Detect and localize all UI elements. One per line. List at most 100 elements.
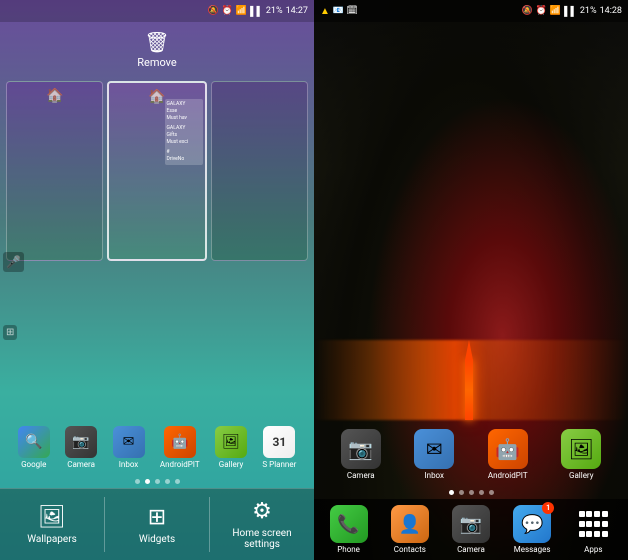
gallery-label: Gallery <box>219 460 244 469</box>
widgets-label: Widgets <box>139 534 175 545</box>
left-status-bar: 🔕 ⏰ 📶 ▌▌ 21% 14:27 <box>0 0 314 22</box>
thumb-home-icon-1: 🏠 <box>46 88 63 104</box>
status-left: ▲ 📧 🗓 <box>320 6 358 17</box>
right-mute-icon: 🔕 <box>521 6 532 16</box>
alert-icon: ▲ <box>320 6 330 17</box>
right-alarm-icon: ⏰ <box>536 6 547 16</box>
google-label: Google <box>21 460 46 469</box>
right-dot-5[interactable] <box>489 490 494 495</box>
right-dot-1[interactable] <box>449 490 454 495</box>
right-camera-icon: 📷 <box>341 429 381 469</box>
dot-4[interactable] <box>165 479 170 484</box>
messages-badge: 1 <box>542 502 554 514</box>
right-time: 14:28 <box>600 6 622 16</box>
left-side-grid-icon: ⊞ <box>3 325 17 340</box>
mute-icon: 🔕 <box>207 6 218 16</box>
right-app-androidpit[interactable]: 🤖 AndroidPIT <box>488 429 528 480</box>
right-inbox-label: Inbox <box>424 471 444 480</box>
dot-3[interactable] <box>155 479 160 484</box>
left-app-androidpit[interactable]: 🤖 AndroidPIT <box>160 426 200 469</box>
left-app-icons: 🔍 Google 📷 Camera ✉ Inbox 🤖 AndroidPIT 🖼… <box>0 420 314 475</box>
contacts-label: Contacts <box>394 545 426 554</box>
home-screen-settings-label: Home screen settings <box>214 528 310 550</box>
phone-icon: 📞 <box>330 505 368 543</box>
right-wifi-icon: 📶 <box>550 6 561 16</box>
right-camera-label: Camera <box>347 471 375 480</box>
left-app-gallery[interactable]: 🖼 Gallery <box>215 426 247 469</box>
remove-label: Remove <box>137 56 177 69</box>
settings-icon: ⚙ <box>252 499 272 524</box>
remove-bar: 🗑 Remove <box>0 22 314 77</box>
home-screen-thumb-1[interactable]: 🏠 <box>6 81 103 261</box>
battery-text: 21% <box>266 6 283 16</box>
apps-label: Apps <box>584 545 602 554</box>
splanner-label: S Planner <box>262 460 296 469</box>
right-dot-2[interactable] <box>459 490 464 495</box>
left-app-inbox[interactable]: ✉ Inbox <box>113 426 145 469</box>
widgets-icon: ⊞ <box>148 505 166 530</box>
camera-icon: 📷 <box>65 426 97 458</box>
left-side-mic-icon: 🎤 <box>3 252 24 272</box>
widgets-button[interactable]: ⊞ Widgets <box>105 489 209 560</box>
right-panel: ▲ 📧 🗓 🔕 ⏰ 📶 ▌▌ 21% 14:28 📷 Camera ✉ Inbo… <box>314 0 628 560</box>
thumb-widget-text-2: GALAXYGiftsMust exci <box>167 125 201 146</box>
androidpit-label: AndroidPIT <box>160 460 200 469</box>
status-right: 🔕 ⏰ 📶 ▌▌ 21% 14:28 <box>521 6 622 17</box>
left-panel: 🔕 ⏰ 📶 ▌▌ 21% 14:27 🗑 Remove 🏠 🏠 GALAXYEs… <box>0 0 314 560</box>
apps-icon <box>574 505 612 543</box>
home-screens-container: 🏠 🏠 GALAXYEsseMust hav GALAXYGiftsMust e… <box>0 77 314 420</box>
left-app-camera[interactable]: 📷 Camera <box>65 426 97 469</box>
right-gallery-label: Gallery <box>569 471 594 480</box>
splanner-icon: 31 <box>263 426 295 458</box>
left-app-google[interactable]: 🔍 Google <box>18 426 50 469</box>
phone-label: Phone <box>337 545 360 554</box>
wallpapers-button[interactable]: 🖼 Wallpapers <box>0 489 104 560</box>
thumb-widget-text-1: GALAXYEsseMust hav <box>167 101 201 122</box>
right-dot-3[interactable] <box>469 490 474 495</box>
alarm-icon: ⏰ <box>222 6 233 16</box>
right-status-bar: ▲ 📧 🗓 🔕 ⏰ 📶 ▌▌ 21% 14:28 <box>314 0 628 22</box>
home-screen-thumb-3[interactable] <box>211 81 308 261</box>
thumb-home-icon-2: 🏠 <box>148 89 165 105</box>
messages-icon: 💬 1 <box>513 505 551 543</box>
right-app-gallery[interactable]: 🖼 Gallery <box>561 429 601 480</box>
dot-1[interactable] <box>135 479 140 484</box>
thumb-widget-area: GALAXYEsseMust hav GALAXYGiftsMust exci … <box>165 99 203 165</box>
left-app-splanner[interactable]: 31 S Planner <box>262 426 296 469</box>
dock-messages[interactable]: 💬 1 Messages <box>513 505 551 554</box>
right-page-dots <box>314 486 628 499</box>
right-app-inbox[interactable]: ✉ Inbox <box>414 429 454 480</box>
trash-icon: 🗑 <box>144 30 169 54</box>
dock-contacts[interactable]: 👤 Contacts <box>391 505 429 554</box>
left-bottom-toolbar: 🖼 Wallpapers ⊞ Widgets ⚙ Home screen set… <box>0 488 314 560</box>
dot-5[interactable] <box>175 479 180 484</box>
right-androidpit-icon: 🤖 <box>488 429 528 469</box>
left-page-dots <box>0 475 314 488</box>
dock-camera[interactable]: 📷 Camera <box>452 505 490 554</box>
right-content: 📷 Camera ✉ Inbox 🤖 AndroidPIT 🖼 Gallery <box>314 22 628 560</box>
right-app-camera[interactable]: 📷 Camera <box>341 429 381 480</box>
dock-camera-icon: 📷 <box>452 505 490 543</box>
dock-phone[interactable]: 📞 Phone <box>330 505 368 554</box>
wifi-icon: 📶 <box>236 6 247 16</box>
right-gallery-icon: 🖼 <box>561 429 601 469</box>
signal-icon: ▌▌ <box>250 6 263 17</box>
right-bottom-dock: 📞 Phone 👤 Contacts 📷 Camera 💬 1 Messages <box>314 499 628 560</box>
right-signal-icon: ▌▌ <box>564 6 577 17</box>
thumb-widget-text-3: #DriveNo <box>167 149 201 163</box>
right-androidpit-label: AndroidPIT <box>488 471 528 480</box>
contacts-icon: 👤 <box>391 505 429 543</box>
dot-2[interactable] <box>145 479 150 484</box>
right-battery: 21% <box>580 6 597 16</box>
gallery-icon: 🖼 <box>215 426 247 458</box>
wallpapers-label: Wallpapers <box>27 534 77 545</box>
wallpapers-icon: 🖼 <box>38 505 66 530</box>
right-app-icons: 📷 Camera ✉ Inbox 🤖 AndroidPIT 🖼 Gallery <box>314 423 628 486</box>
right-signal-icons: 📧 🗓 <box>333 6 358 16</box>
home-screen-thumb-2[interactable]: 🏠 GALAXYEsseMust hav GALAXYGiftsMust exc… <box>107 81 206 261</box>
right-inbox-icon: ✉ <box>414 429 454 469</box>
right-dot-4[interactable] <box>479 490 484 495</box>
dock-apps[interactable]: Apps <box>574 505 612 554</box>
messages-label: Messages <box>514 545 551 554</box>
home-screen-settings-button[interactable]: ⚙ Home screen settings <box>210 489 314 560</box>
